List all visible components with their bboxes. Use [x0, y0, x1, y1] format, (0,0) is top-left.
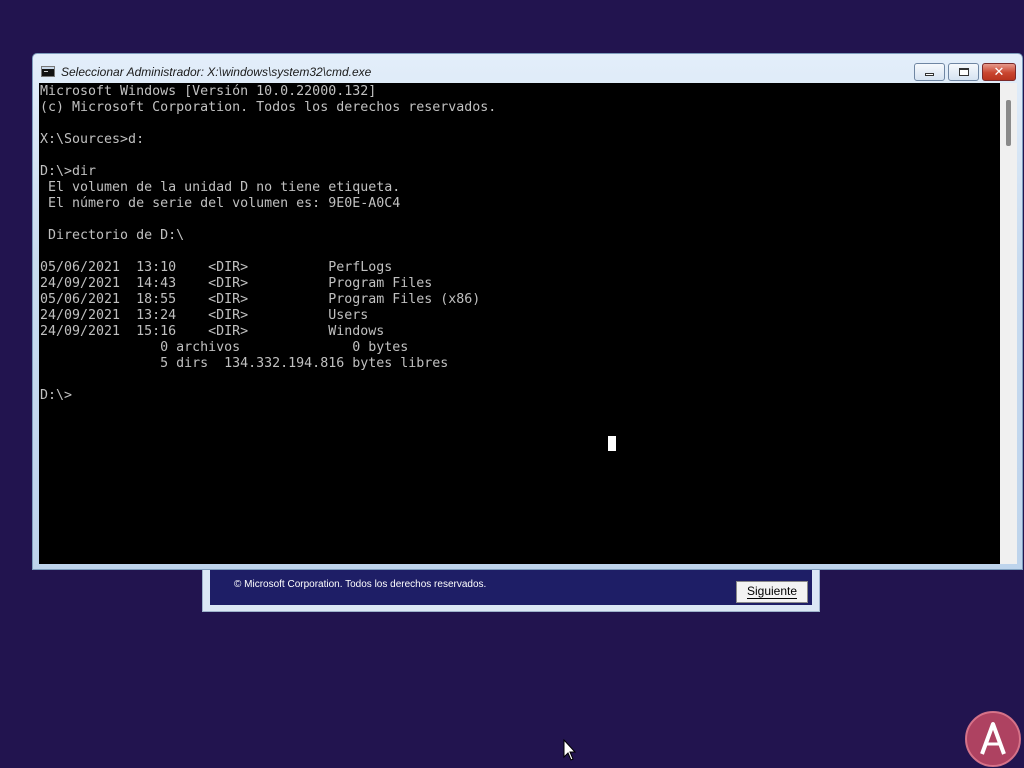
console-line: 24/09/2021 14:43 <DIR> Program Files	[40, 276, 433, 291]
setup-copyright: © Microsoft Corporation. Todos los derec…	[234, 579, 487, 590]
console-line: D:\>dir	[40, 164, 97, 179]
console-line: Microsoft Windows [Versión 10.0.22000.13…	[40, 84, 377, 99]
console-line: X:\Sources>d:	[40, 132, 145, 147]
title-bar[interactable]: Seleccionar Administrador: X:\windows\sy…	[33, 54, 1022, 84]
logo-icon	[965, 711, 1021, 767]
minimize-button[interactable]	[914, 63, 945, 81]
console-line: El número de serie del volumen es: 9E0E-…	[40, 196, 401, 211]
scrollbar-thumb[interactable]	[1006, 100, 1011, 146]
console-output: Microsoft Windows [Versión 10.0.22000.13…	[40, 84, 496, 404]
maximize-icon	[958, 68, 969, 76]
console-line: 0 archivos 0 bytes	[40, 340, 409, 355]
console-line: Directorio de D:\	[40, 228, 185, 243]
console-line: 24/09/2021 13:24 <DIR> Users	[40, 308, 369, 323]
console-line: 05/06/2021 13:10 <DIR> PerfLogs	[40, 260, 393, 275]
text-cursor	[608, 436, 616, 451]
close-button[interactable]: ✕	[982, 63, 1016, 81]
console-line: D:\>	[40, 388, 73, 403]
minimize-icon	[925, 73, 934, 76]
console-line: 5 dirs 134.332.194.816 bytes libres	[40, 356, 449, 371]
mouse-pointer-icon	[563, 739, 577, 761]
console-line: (c) Microsoft Corporation. Todos los der…	[40, 100, 497, 115]
console-line: 24/09/2021 15:16 <DIR> Windows	[40, 324, 385, 339]
console-line: El volumen de la unidad D no tiene etiqu…	[40, 180, 401, 195]
close-icon: ✕	[993, 64, 1005, 80]
console-line: 05/06/2021 18:55 <DIR> Program Files (x8…	[40, 292, 481, 307]
vertical-scrollbar[interactable]	[1000, 83, 1017, 564]
maximize-button[interactable]	[948, 63, 979, 81]
console-area[interactable]: Microsoft Windows [Versión 10.0.22000.13…	[39, 83, 1000, 564]
cmd-window: Seleccionar Administrador: X:\windows\sy…	[32, 53, 1023, 570]
cmd-icon[interactable]	[41, 66, 55, 77]
next-button-label: Siguiente	[746, 584, 798, 599]
next-button[interactable]: Siguiente	[736, 581, 808, 603]
window-title: Seleccionar Administrador: X:\windows\sy…	[61, 65, 372, 79]
